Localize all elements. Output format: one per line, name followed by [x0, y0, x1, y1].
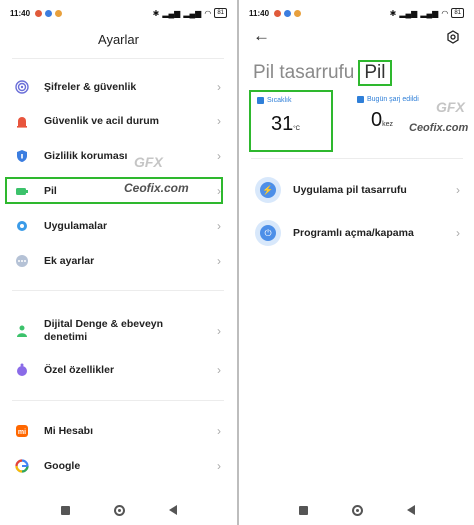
divider — [12, 58, 224, 59]
menu-item-apps[interactable]: Uygulamalar › — [0, 211, 237, 241]
menu-item-label: Pil — [44, 184, 57, 197]
notification-icon — [35, 9, 43, 17]
back-button[interactable] — [406, 505, 415, 515]
chevron-right-icon: › — [217, 184, 221, 198]
chevron-right-icon: › — [217, 459, 221, 473]
page-title: Ayarlar — [98, 32, 139, 47]
chevron-right-icon: › — [456, 183, 460, 197]
navigation-bar — [0, 495, 237, 525]
status-bar: 11:40 ✱ ▂▄▆ ▂▄▆ ◠ 81 — [0, 0, 237, 26]
fingerprint-icon — [15, 80, 29, 94]
check-icon — [45, 9, 53, 17]
divider — [12, 400, 224, 401]
chevron-right-icon: › — [217, 254, 221, 268]
battery-status-icon: 81 — [214, 8, 227, 18]
chevron-right-icon: › — [217, 149, 221, 163]
charge-icon — [357, 96, 364, 103]
menu-item-google[interactable]: Google › — [0, 451, 237, 481]
back-button[interactable] — [168, 505, 177, 515]
app-icon — [55, 9, 63, 17]
signal-icon: ▂▄▆ — [162, 8, 181, 18]
notification-icon — [274, 9, 282, 17]
menu-item-scheduled-power[interactable]: ⏻ Programlı açma/kapama › — [239, 213, 474, 253]
menu-item-battery[interactable]: Pil › — [0, 176, 237, 206]
signal-icon: ▂▄▆ — [399, 8, 418, 18]
title-highlight: Pil — [358, 60, 392, 86]
watermark-logo: GFX — [436, 99, 465, 115]
menu-item-privacy[interactable]: Gizlilik koruması › — [0, 141, 237, 171]
home-button[interactable] — [113, 504, 125, 516]
chevron-right-icon: › — [217, 363, 221, 377]
alarm-icon — [15, 114, 29, 128]
menu-item-label: Dijital Denge & ebeveyn denetimi — [44, 318, 164, 343]
chevron-right-icon: › — [217, 424, 221, 438]
chevron-right-icon: › — [456, 226, 460, 240]
battery-status-icon: 81 — [451, 8, 464, 18]
back-arrow-icon[interactable]: ← — [253, 26, 270, 46]
more-icon — [15, 254, 29, 268]
status-time: 11:40 — [10, 8, 31, 18]
chevron-right-icon: › — [217, 324, 221, 338]
accessibility-icon — [15, 363, 29, 377]
battery-icon — [15, 184, 29, 198]
title-prefix: Pil tasarrufu — [253, 62, 355, 83]
chevron-right-icon: › — [217, 219, 221, 233]
menu-item-passwords-security[interactable]: Şifreler & güvenlik › — [0, 72, 237, 102]
temperature-label: Sıcaklık — [257, 97, 325, 104]
menu-item-label: Programlı açma/kapama — [293, 227, 414, 239]
menu-item-label: Güvenlik ve acil durum — [44, 114, 159, 127]
menu-item-label: Uygulamalar — [44, 219, 108, 232]
gear-icon[interactable] — [446, 30, 460, 49]
mi-icon: mi — [15, 424, 29, 438]
wifi-icon: ◠ — [204, 8, 212, 18]
menu-item-label: Google — [44, 459, 81, 472]
signal-icon-2: ▂▄▆ — [420, 8, 439, 18]
charge-label: Bugün şarj edildi — [357, 96, 419, 103]
google-icon — [15, 459, 29, 473]
svg-text:mi: mi — [18, 429, 26, 436]
home-button[interactable] — [351, 504, 363, 516]
battery-saver-icon: ⚡ — [255, 177, 281, 203]
thermometer-icon — [257, 97, 264, 104]
wifi-icon: ◠ — [441, 8, 449, 18]
menu-item-label: Özel özellikler — [44, 363, 115, 376]
divider — [12, 290, 224, 291]
status-time: 11:40 — [249, 8, 270, 18]
watermark-text: Ceofix.com — [409, 122, 469, 134]
menu-item-label: Ek ayarlar — [44, 254, 95, 267]
check-icon — [284, 9, 292, 17]
recents-button[interactable] — [60, 505, 70, 515]
menu-item-special-features[interactable]: Özel özellikler › — [0, 355, 237, 385]
menu-item-digital-wellbeing[interactable]: Dijital Denge & ebeveyn denetimi › — [0, 315, 237, 347]
menu-item-additional-settings[interactable]: Ek ayarlar › — [0, 246, 237, 276]
menu-item-label: Mi Hesabı — [44, 424, 94, 437]
chevron-right-icon: › — [217, 114, 221, 128]
menu-item-app-battery-saver[interactable]: ⚡ Uygulama pil tasarrufu › — [239, 170, 474, 210]
menu-item-security-emergency[interactable]: Güvenlik ve acil durum › — [0, 106, 237, 136]
watermark-text: Ceofix.com — [124, 181, 189, 195]
bluetooth-icon: ✱ — [152, 8, 160, 18]
menu-item-mi-account[interactable]: mi Mi Hesabı › — [0, 416, 237, 446]
divider — [251, 158, 463, 159]
signal-icon-2: ▂▄▆ — [183, 8, 202, 18]
status-bar: 11:40 ✱ ▂▄▆ ▂▄▆ ◠ 81 — [239, 0, 474, 26]
privacy-icon — [15, 149, 29, 163]
menu-item-label: Gizlilik koruması — [44, 149, 128, 162]
app-icon — [294, 9, 302, 17]
navigation-bar — [239, 495, 474, 525]
battery-pane: 11:40 ✱ ▂▄▆ ▂▄▆ ◠ 81 ← Pil tasarrufu Pil… — [239, 0, 474, 525]
menu-item-label: Uygulama pil tasarrufu — [293, 184, 407, 196]
menu-item-label: Şifreler & güvenlik — [44, 80, 137, 93]
temperature-card: Sıcaklık 31°C — [249, 90, 333, 152]
bluetooth-icon: ✱ — [389, 8, 397, 18]
gear-icon — [15, 219, 29, 233]
person-icon — [15, 324, 29, 338]
recents-button[interactable] — [298, 505, 308, 515]
chevron-right-icon: › — [217, 80, 221, 94]
temperature-value: 31°C — [271, 113, 300, 135]
power-icon: ⏻ — [255, 220, 281, 246]
watermark-logo: GFX — [134, 154, 163, 170]
page-title: Pil tasarrufu Pil — [253, 60, 392, 86]
settings-pane: 11:40 ✱ ▂▄▆ ▂▄▆ ◠ 81 Ayarlar Şifreler & … — [0, 0, 237, 525]
